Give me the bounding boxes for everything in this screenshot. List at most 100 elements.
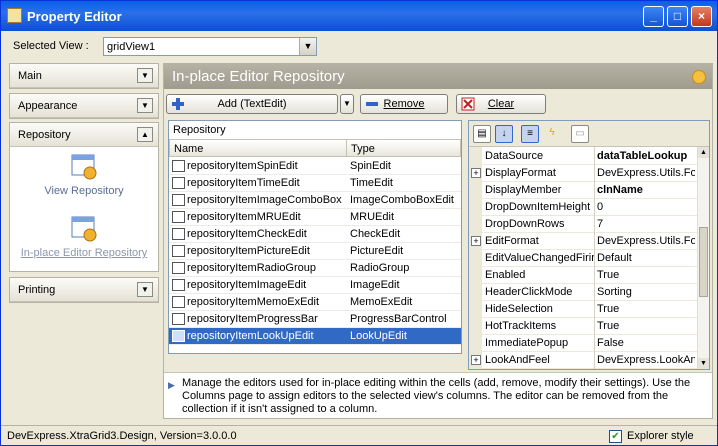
selected-view-label: Selected View : [13, 40, 89, 52]
add-button-label: Add (TextEdit) [217, 98, 287, 110]
column-header-type[interactable]: Type [346, 139, 461, 157]
editor-type-icon [172, 279, 185, 291]
scroll-down-icon[interactable]: ▼ [698, 358, 709, 369]
table-row[interactable]: repositoryItemImageComboBox ImageComboBox… [169, 192, 461, 209]
property-value[interactable]: Default [597, 252, 695, 264]
events-icon[interactable]: ϟ [543, 125, 561, 143]
property-name: HeaderClickMode [485, 286, 573, 298]
cell-name: repositoryItemRadioGroup [187, 262, 317, 274]
table-row[interactable]: repositoryItemSpinEdit SpinEdit [169, 158, 461, 175]
alphabetical-icon[interactable]: ↓ [495, 125, 513, 143]
property-row[interactable]: HotTrackItems True [469, 318, 697, 335]
property-row[interactable]: + EditFormat DevExpress.Utils.Fo [469, 233, 697, 250]
property-toolbar: ▤ ↓ ≡ ϟ ▭ [469, 121, 709, 147]
table-row[interactable]: repositoryItemRadioGroup RadioGroup [169, 260, 461, 277]
close-button[interactable]: × [691, 6, 712, 27]
property-row[interactable]: HeaderClickMode Sorting [469, 284, 697, 301]
property-pages-icon[interactable]: ▭ [571, 125, 589, 143]
chevron-down-icon[interactable]: ▼ [137, 98, 153, 113]
description-text: Manage the editors used for in-place edi… [182, 377, 691, 415]
chevron-down-icon[interactable]: ▼ [137, 282, 153, 297]
property-value[interactable]: DevExpress.LookAn [597, 354, 695, 366]
cell-name: repositoryItemLookUpEdit [187, 330, 314, 342]
categorized-icon[interactable]: ▤ [473, 125, 491, 143]
expand-icon[interactable]: + [471, 355, 481, 365]
table-row[interactable]: repositoryItemTimeEdit TimeEdit [169, 175, 461, 192]
property-name: ImmediatePopup [485, 337, 569, 349]
nav-item-inplace-editor-repository[interactable]: In-place Editor Repository [10, 215, 158, 259]
property-row[interactable]: + LookAndFeel DevExpress.LookAn [469, 352, 697, 369]
nav-group-header[interactable]: Repository ▲ [10, 123, 158, 147]
chevron-down-icon[interactable]: ▼ [299, 38, 316, 55]
table-row[interactable]: repositoryItemCheckEdit CheckEdit [169, 226, 461, 243]
table-row[interactable]: repositoryItemPictureEdit PictureEdit [169, 243, 461, 260]
property-value[interactable]: 0 [597, 201, 695, 213]
nav-group-appearance[interactable]: Appearance ▼ [9, 93, 159, 119]
expand-icon[interactable]: + [471, 236, 481, 246]
cell-type: ImageComboBoxEdit [350, 194, 454, 206]
grid-caption: Repository [173, 124, 226, 136]
property-row[interactable]: DataSource dataTableLookup [469, 148, 697, 165]
property-name: LookAndFeel [485, 354, 550, 366]
property-row[interactable]: DropDownRows 7 [469, 216, 697, 233]
clear-button[interactable]: Clear [456, 94, 546, 114]
column-header-name[interactable]: Name [169, 139, 347, 157]
table-row[interactable]: repositoryItemProgressBar ProgressBarCont… [169, 311, 461, 328]
add-dropdown-button[interactable]: ▼ [340, 94, 354, 114]
scroll-up-icon[interactable]: ▲ [698, 147, 709, 158]
table-row[interactable]: repositoryItemMRUEdit MRUEdit [169, 209, 461, 226]
title-bar[interactable]: Property Editor _ □ × [1, 1, 717, 31]
property-value[interactable]: DevExpress.Utils.Fo [597, 235, 695, 247]
property-row[interactable]: ImmediatePopup False [469, 335, 697, 352]
inplace-editor-icon [71, 216, 97, 242]
property-row[interactable]: + DisplayFormat DevExpress.Utils.Fo [469, 165, 697, 182]
property-value[interactable]: True [597, 269, 695, 281]
table-row[interactable]: repositoryItemMemoExEdit MemoExEdit [169, 294, 461, 311]
nav-group-label: Appearance [18, 100, 78, 112]
property-scrollbar[interactable]: ▲ ▼ [697, 147, 709, 369]
status-bar: DevExpress.XtraGrid3.Design, Version=3.0… [1, 425, 717, 445]
nav-group-label: Main [18, 70, 42, 82]
properties-icon[interactable]: ≡ [521, 125, 539, 143]
property-value[interactable]: 7 [597, 218, 695, 230]
property-row[interactable]: Enabled True [469, 267, 697, 284]
table-row[interactable]: repositoryItemLookUpEdit LookUpEdit [169, 328, 461, 345]
nav-group-printing[interactable]: Printing ▼ [9, 277, 159, 303]
cell-name: repositoryItemTimeEdit [187, 177, 300, 189]
clear-button-label: Clear [487, 98, 515, 110]
explorer-style-checkbox[interactable]: ✔ [609, 430, 622, 443]
maximize-button[interactable]: □ [667, 6, 688, 27]
editor-type-icon [172, 330, 185, 342]
property-value[interactable]: Sorting [597, 286, 695, 298]
property-row[interactable]: EditValueChangedFirir Default [469, 250, 697, 267]
chevron-up-icon[interactable]: ▲ [137, 127, 153, 142]
property-value[interactable]: True [597, 320, 695, 332]
property-row[interactable]: HideSelection True [469, 301, 697, 318]
property-value[interactable]: dataTableLookup [597, 150, 695, 162]
property-separator[interactable] [594, 147, 595, 369]
cell-type: MemoExEdit [350, 296, 413, 308]
property-name: Enabled [485, 269, 526, 281]
chevron-down-icon[interactable]: ▼ [137, 68, 153, 83]
app-icon [7, 8, 22, 23]
cell-type: MRUEdit [350, 211, 395, 223]
cell-name: repositoryItemCheckEdit [187, 228, 307, 240]
minimize-button[interactable]: _ [643, 6, 664, 27]
property-value[interactable]: DevExpress.Utils.Fo [597, 167, 695, 179]
editor-type-icon [172, 296, 185, 308]
property-value[interactable]: False [597, 337, 695, 349]
nav-item-view-repository[interactable]: View Repository [10, 153, 158, 197]
table-row[interactable]: repositoryItemImageEdit ImageEdit [169, 277, 461, 294]
property-row[interactable]: DropDownItemHeight 0 [469, 199, 697, 216]
property-value[interactable]: True [597, 303, 695, 315]
nav-group-main[interactable]: Main ▼ [9, 63, 159, 89]
remove-button[interactable]: Remove [360, 94, 448, 114]
add-button[interactable]: Add (TextEdit) [166, 94, 338, 114]
selected-view-combo[interactable]: gridView1 ▼ [103, 37, 317, 56]
property-row[interactable]: DisplayMember clnName [469, 182, 697, 199]
scroll-thumb[interactable] [699, 227, 708, 297]
property-value[interactable]: clnName [597, 184, 695, 196]
cell-type: PictureEdit [350, 245, 404, 257]
info-icon[interactable] [692, 70, 706, 84]
expand-icon[interactable]: + [471, 168, 481, 178]
